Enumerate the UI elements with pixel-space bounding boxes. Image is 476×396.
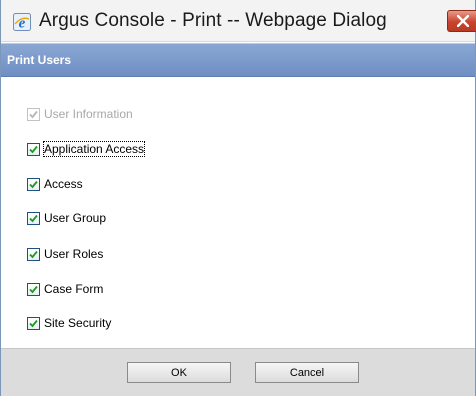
title-bar: e Argus Console - Print -- Webpage Dialo…	[1, 0, 476, 42]
checkbox-row-user-roles[interactable]: User Roles	[27, 244, 103, 264]
print-dialog: e Argus Console - Print -- Webpage Dialo…	[0, 0, 476, 396]
checkbox-label: Application Access	[42, 141, 146, 157]
ok-button[interactable]: OK	[127, 362, 231, 383]
checkbox-row-application-access[interactable]: Application Access	[27, 139, 146, 159]
dialog-footer: OK Cancel	[1, 348, 475, 396]
cancel-button[interactable]: Cancel	[255, 362, 359, 383]
checkbox-user-roles[interactable]	[27, 247, 40, 261]
checkbox-label: Access	[44, 177, 83, 191]
close-icon	[457, 15, 469, 27]
checkbox-row-case-form[interactable]: Case Form	[27, 279, 103, 299]
checkmark-icon	[29, 285, 38, 293]
checkbox-label: User Group	[44, 211, 107, 225]
close-button[interactable]	[447, 10, 476, 32]
section-header: Print Users	[1, 43, 475, 77]
checkbox-label: User Roles	[44, 247, 104, 261]
checkbox-row-user-group[interactable]: User Group	[27, 208, 106, 228]
checkbox-application-access[interactable]	[27, 142, 40, 156]
checkbox-site-security[interactable]	[27, 316, 40, 330]
checkbox-user-group[interactable]	[27, 211, 40, 225]
checkmark-icon	[29, 110, 38, 118]
checkbox-label: Site Security	[44, 316, 112, 330]
checkbox-user-information[interactable]	[27, 107, 40, 121]
checkbox-case-form[interactable]	[27, 282, 40, 296]
checkbox-row-site-security[interactable]: Site Security	[27, 313, 111, 333]
checkbox-label: User Information	[44, 107, 133, 121]
checkbox-access[interactable]	[27, 177, 40, 191]
checkmark-icon	[29, 180, 38, 188]
checkmark-icon	[29, 145, 38, 153]
checkmark-icon	[29, 250, 38, 258]
checkmark-icon	[29, 319, 38, 327]
checkbox-label: Case Form	[44, 282, 104, 296]
checkmark-icon	[29, 214, 38, 222]
checkbox-row-access[interactable]: Access	[27, 174, 83, 194]
checkbox-row-user-information[interactable]: User Information	[27, 104, 133, 124]
window-title: Argus Console - Print -- Webpage Dialog	[39, 10, 387, 31]
internet-explorer-icon: e	[13, 13, 31, 31]
section-title: Print Users	[7, 53, 72, 67]
